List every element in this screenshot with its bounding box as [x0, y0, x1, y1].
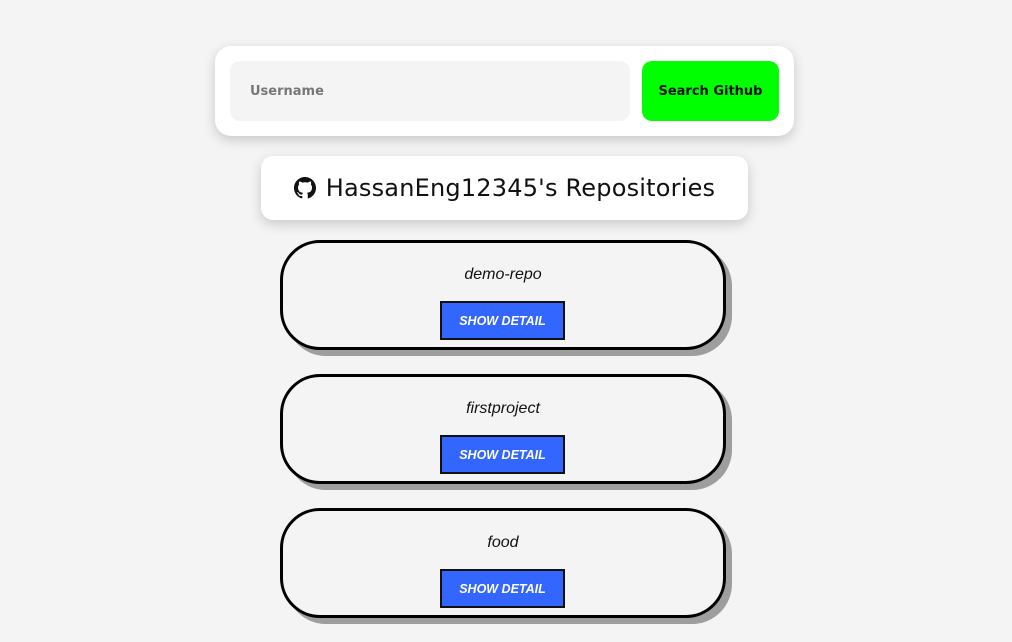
page-title: HassanEng12345's Repositories	[325, 174, 716, 202]
repo-card: food SHOW DETAIL	[280, 508, 726, 618]
repo-card: firstproject SHOW DETAIL	[280, 374, 726, 484]
search-card: Search Github	[215, 46, 794, 136]
repositories-header: HassanEng12345's Repositories	[261, 156, 748, 220]
show-detail-button[interactable]: SHOW DETAIL	[440, 569, 565, 608]
show-detail-button[interactable]: SHOW DETAIL	[440, 435, 565, 474]
repo-name: demo-repo	[464, 266, 542, 283]
repo-card: demo-repo SHOW DETAIL	[280, 240, 726, 350]
show-detail-button[interactable]: SHOW DETAIL	[440, 301, 565, 340]
github-icon	[293, 177, 316, 199]
repository-list: demo-repo SHOW DETAIL firstproject SHOW …	[280, 240, 736, 642]
username-input[interactable]	[230, 61, 630, 121]
repo-name: food	[487, 534, 519, 551]
search-github-button[interactable]: Search Github	[642, 61, 779, 121]
repo-name: firstproject	[466, 400, 540, 417]
